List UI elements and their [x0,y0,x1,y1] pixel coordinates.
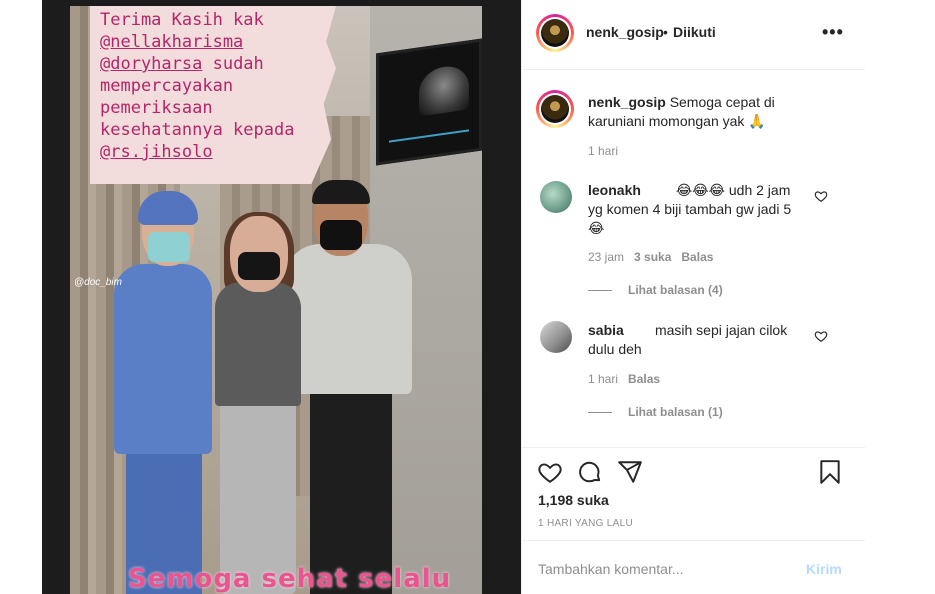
post-container: Terima Kasih kak @nellakharisma @doryhar… [42,0,865,594]
person-doctor [114,264,212,454]
avatar[interactable] [540,181,572,213]
photo-bottom-text: Semoga sehat selalu [128,564,452,594]
comment-icon[interactable] [577,459,603,485]
comment-username[interactable]: sabia [588,322,624,338]
caption-time[interactable]: 1 hari [588,144,618,158]
share-icon[interactable] [617,459,643,485]
comment-likes[interactable]: 3 suka [634,250,671,264]
add-comment-bar: Kirim [522,540,865,594]
avatar[interactable] [536,14,574,52]
post-header: nenk_gosip • Diikuti ••• [522,0,865,70]
caption-avatar[interactable] [536,90,574,128]
post-media[interactable]: Terima Kasih kak @nellakharisma @doryhar… [42,0,521,594]
mention-doryharsa: @doryharsa [100,54,203,74]
post-date[interactable]: 1 HARI YANG LALU [538,518,633,529]
photo-watermark: @doc_bim [74,277,122,288]
caption-text: nenk_gosip Semoga cepat di karuniani mom… [588,94,775,129]
header-separator: • [663,24,668,40]
reply-button[interactable]: Balas [628,372,660,386]
reply-button[interactable]: Balas [681,250,713,264]
post-side-panel: nenk_gosip • Diikuti ••• nenk_gosip Semo… [521,0,865,594]
bookmark-icon[interactable] [817,459,843,485]
header-username[interactable]: nenk_gosip [586,24,664,40]
comment-heart-icon[interactable] [814,189,828,203]
heart-icon[interactable] [537,459,563,485]
comments-list[interactable]: nenk_gosip Semoga cepat di karuniani mom… [522,71,865,447]
photo-caption: Terima Kasih kak @nellakharisma @doryhar… [100,10,295,162]
comment-time[interactable]: 1 hari [588,372,618,386]
more-horizontal-icon[interactable]: ••• [822,22,844,43]
comment-time[interactable]: 23 jam [588,250,624,264]
ultrasound-monitor [376,38,482,166]
view-replies-button[interactable]: Lihat balasan (1) [588,405,723,419]
comment-input[interactable] [538,558,788,580]
view-replies-button[interactable]: Lihat balasan (4) [588,283,723,297]
comment-heart-icon[interactable] [814,329,828,343]
person-man [284,244,412,394]
avatar[interactable] [540,321,572,353]
caption-username[interactable]: nenk_gosip [588,94,666,110]
person-woman [215,282,301,406]
post-comment-button[interactable]: Kirim [806,561,842,577]
comment-username[interactable]: leonakh [588,182,641,198]
likes-count[interactable]: 1,198 suka [538,492,609,508]
follow-status-button[interactable]: Diikuti [673,24,716,40]
post-photo: Terima Kasih kak @nellakharisma @doryhar… [70,6,482,594]
